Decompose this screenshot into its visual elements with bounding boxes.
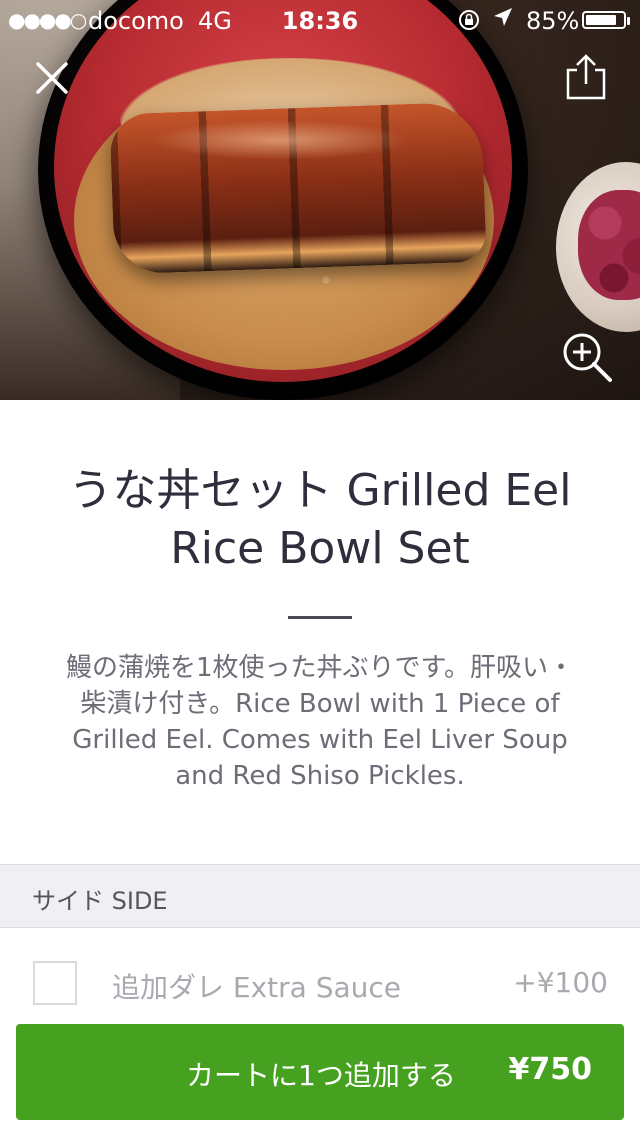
share-button[interactable] (560, 52, 610, 102)
close-icon (36, 62, 68, 94)
close-button[interactable] (30, 56, 74, 100)
add-to-cart-button[interactable]: カートに1つ追加する ¥750 (16, 1024, 624, 1120)
cart-total-price: ¥750 (508, 1052, 593, 1087)
status-bar: ●●●●○ docomo 4G 18:36 85% (0, 0, 640, 40)
option-price: +¥100 (513, 966, 608, 999)
title-divider (288, 616, 352, 619)
section-header-side: サイド SIDE (0, 864, 640, 928)
option-label: 追加ダレ Extra Sauce (112, 971, 402, 1004)
battery-percent: 85% (526, 7, 580, 35)
zoom-button[interactable] (560, 330, 614, 384)
battery-level (586, 15, 616, 25)
item-title: うな丼セット Grilled Eel Rice Bowl Set (68, 465, 572, 574)
option-extra-sauce[interactable]: 追加ダレ Extra Sauce +¥100 (0, 928, 640, 1038)
zoom-in-icon (563, 333, 612, 382)
orientation-lock-icon (458, 9, 480, 36)
eel-glaze (150, 120, 410, 160)
location-arrow-icon (492, 6, 514, 34)
item-description: 鰻の蒲焼を1枚使った丼ぶりです。肝吸い・柴漬け付き。Rice Bowl with… (66, 653, 574, 791)
dish-photo (0, 0, 640, 400)
option-checkbox[interactable] (33, 961, 77, 1005)
section-header-label: サイド SIDE (32, 887, 168, 915)
battery-icon (582, 11, 630, 29)
share-icon (566, 54, 606, 100)
add-to-cart-label: カートに1つ追加する (186, 1059, 456, 1092)
